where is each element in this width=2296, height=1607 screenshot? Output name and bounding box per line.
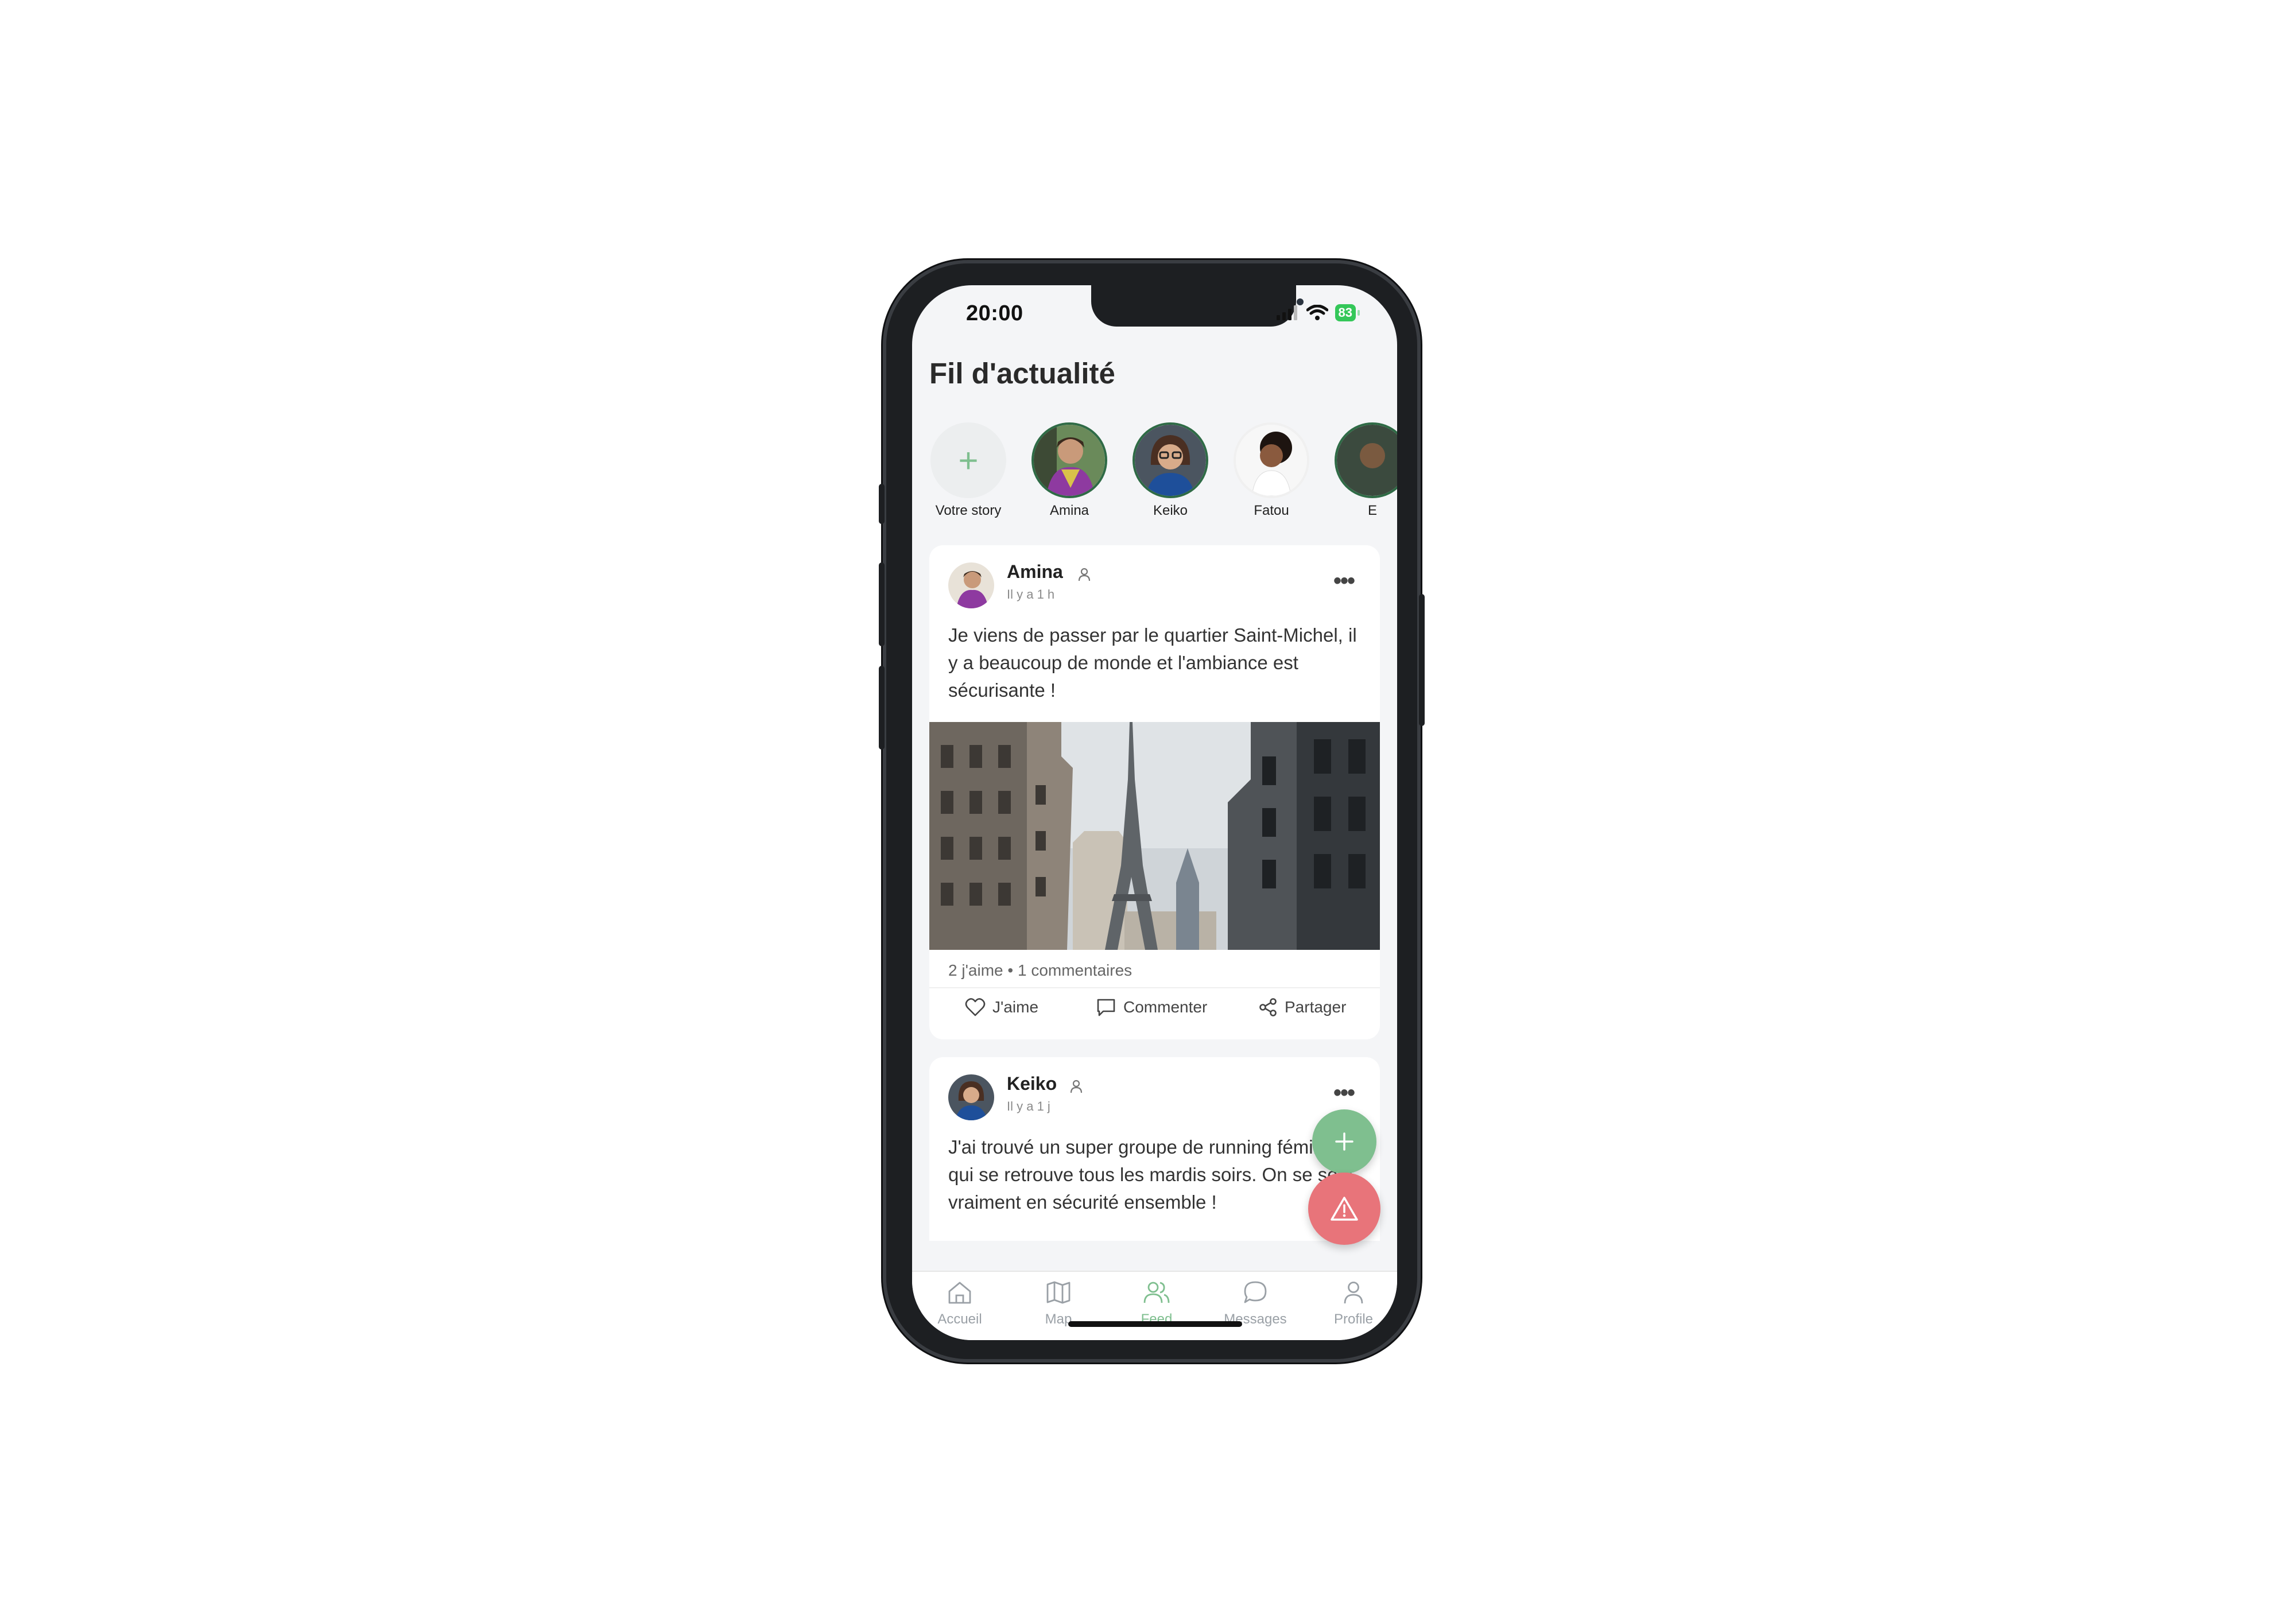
story-label: Keiko: [1153, 503, 1188, 518]
post-text: J'ai trouvé un super groupe de running f…: [948, 1136, 1354, 1213]
mute-switch: [879, 484, 885, 524]
battery-indicator: 83: [1335, 304, 1360, 321]
story-label: Votre story: [935, 503, 1002, 518]
volume-down-button: [879, 666, 885, 750]
tab-accueil[interactable]: Accueil: [925, 1280, 994, 1327]
author-avatar[interactable]: [948, 562, 994, 608]
story-label: Amina: [1049, 503, 1089, 518]
author-name[interactable]: Keiko: [1007, 1073, 1057, 1094]
heart-icon: [965, 998, 986, 1016]
status-time: 20:00: [966, 301, 1023, 325]
alert-button[interactable]: [1308, 1173, 1380, 1245]
more-options-icon[interactable]: •••: [1333, 569, 1355, 592]
tab-label: Profile: [1333, 1311, 1374, 1327]
more-options-icon[interactable]: •••: [1333, 1081, 1355, 1104]
status-icons: 83: [1276, 304, 1360, 321]
post-time: Il y a 1 j: [1007, 1099, 1050, 1113]
author-name[interactable]: Amina: [1007, 561, 1063, 583]
wifi-icon: [1306, 305, 1328, 320]
divider: [929, 987, 1380, 988]
person-icon: [1070, 1080, 1083, 1093]
plus-icon: [1335, 1132, 1353, 1151]
tab-label: Accueil: [937, 1311, 982, 1327]
post-card: Amina Il y a 1 h ••• Je viens de passer …: [929, 545, 1380, 1039]
map-icon: [1046, 1281, 1071, 1304]
like-button[interactable]: J'aime: [965, 997, 1038, 1017]
post-text: Je viens de passer par le quartier Saint…: [948, 624, 1357, 701]
story-avatar: [1031, 422, 1107, 498]
comment-button[interactable]: Commenter: [1096, 997, 1207, 1017]
story-add-own[interactable]: + Votre story: [929, 422, 1007, 519]
story-amina[interactable]: Amina: [1030, 422, 1108, 519]
author-avatar[interactable]: [948, 1074, 994, 1120]
tab-map[interactable]: Map: [1024, 1280, 1093, 1327]
plus-icon: +: [930, 422, 1006, 498]
app-screen: 20:00 83 Fil d'actualité + Votre story A…: [912, 285, 1397, 1340]
story-avatar: [1234, 422, 1309, 498]
warning-icon: [1331, 1197, 1358, 1221]
home-icon: [948, 1282, 971, 1304]
tab-profile[interactable]: Profile: [1319, 1280, 1388, 1327]
like-label: J'aime: [992, 998, 1039, 1016]
story-avatar: [1335, 422, 1397, 498]
story-fatou[interactable]: Fatou: [1232, 422, 1310, 519]
share-button[interactable]: Partager: [1258, 997, 1346, 1017]
post-stats[interactable]: 2 j'aime • 1 commentaires: [948, 961, 1132, 980]
story-label: E: [1367, 503, 1377, 518]
story-partial-user[interactable]: E: [1333, 422, 1397, 519]
signal-icon: [1276, 305, 1297, 320]
home-indicator[interactable]: [1068, 1321, 1242, 1327]
post-time: Il y a 1 h: [1007, 587, 1055, 601]
share-icon: [1259, 998, 1277, 1016]
tab-messages[interactable]: Messages: [1221, 1280, 1290, 1327]
tab-feed[interactable]: Feed: [1122, 1280, 1191, 1327]
volume-up-button: [879, 562, 885, 646]
create-post-button[interactable]: [1312, 1109, 1376, 1174]
post-image[interactable]: [929, 722, 1380, 950]
comment-label: Commenter: [1123, 998, 1208, 1016]
user-icon: [1344, 1282, 1363, 1304]
story-label: Fatou: [1254, 503, 1289, 518]
page-title: Fil d'actualité: [929, 357, 1115, 390]
share-label: Partager: [1285, 998, 1347, 1016]
users-icon: [1143, 1282, 1170, 1303]
notch: [1091, 285, 1304, 327]
story-avatar: [1133, 422, 1208, 498]
chat-icon: [1244, 1281, 1267, 1303]
person-icon: [1078, 568, 1091, 581]
comment-icon: [1097, 999, 1115, 1016]
power-button: [1419, 594, 1425, 726]
stories-row[interactable]: + Votre story Amina Keiko Fatou E: [929, 422, 1397, 526]
bottom-tab-bar: Accueil Map Feed Messages Profile: [912, 1271, 1397, 1340]
story-keiko[interactable]: Keiko: [1131, 422, 1209, 519]
